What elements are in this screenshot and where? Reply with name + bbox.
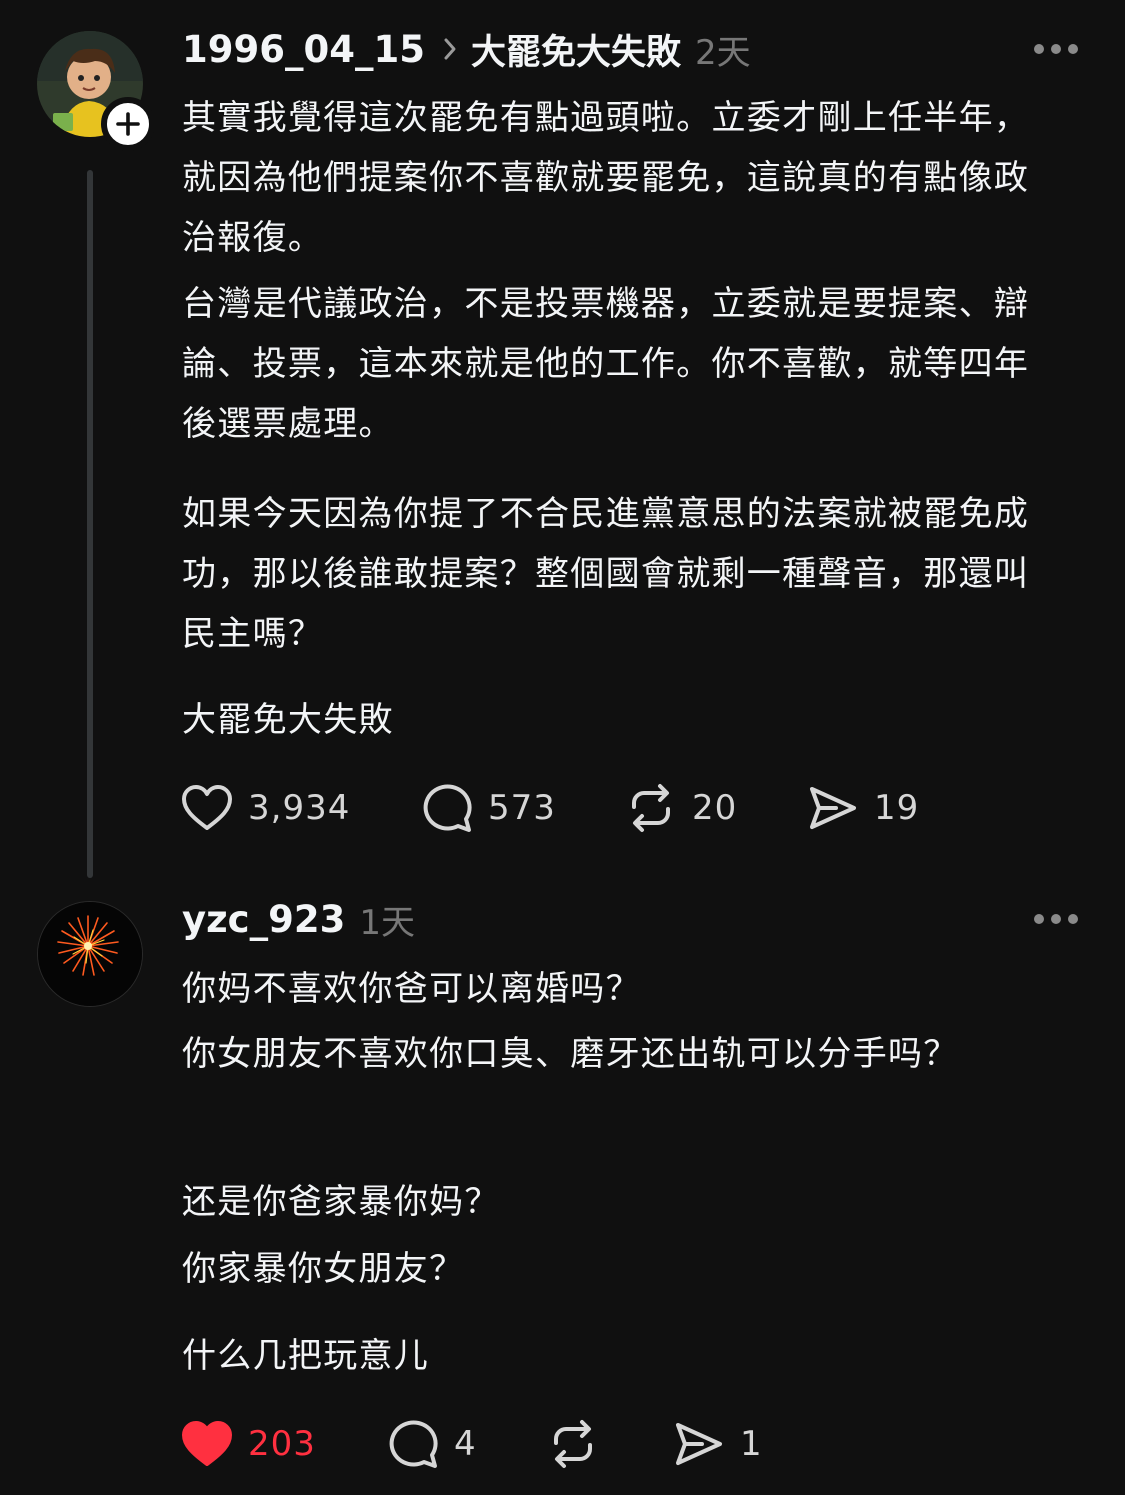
heart-icon <box>182 1421 232 1466</box>
post-paragraph: 还是你爸家暴你妈？ <box>182 1182 500 1222</box>
post-paragraph: 你女朋友不喜欢你口臭、磨牙还出轨可以分手吗？ <box>182 1034 959 1074</box>
username[interactable]: yzc_923 <box>182 898 345 941</box>
post-paragraph: 什么几把玩意儿 <box>182 1336 430 1376</box>
share-button[interactable]: 1 <box>672 1414 763 1474</box>
action-bar: 203 4 1 <box>180 1414 800 1474</box>
repost-icon <box>554 1420 592 1468</box>
avatar[interactable] <box>37 901 143 1007</box>
post-header: yzc_923 1天 <box>182 894 415 944</box>
post-2: yzc_923 1天 你妈不喜欢你爸可以离婚吗？ 你女朋友不喜欢你口臭、磨牙还出… <box>0 0 1125 1495</box>
post-paragraph: 你妈不喜欢你爸可以离婚吗？ <box>182 969 641 1009</box>
reply-count: 4 <box>454 1424 477 1464</box>
share-icon <box>676 1423 722 1465</box>
more-icon[interactable] <box>1034 909 1078 929</box>
like-button[interactable]: 203 <box>180 1414 316 1474</box>
like-count: 203 <box>248 1424 316 1464</box>
timestamp: 1天 <box>359 902 415 943</box>
reply-button[interactable]: 4 <box>386 1414 477 1474</box>
share-count: 1 <box>740 1424 763 1464</box>
comment-icon <box>389 1420 438 1468</box>
post-paragraph: 你家暴你女朋友？ <box>182 1249 465 1289</box>
repost-button[interactable] <box>546 1414 614 1474</box>
